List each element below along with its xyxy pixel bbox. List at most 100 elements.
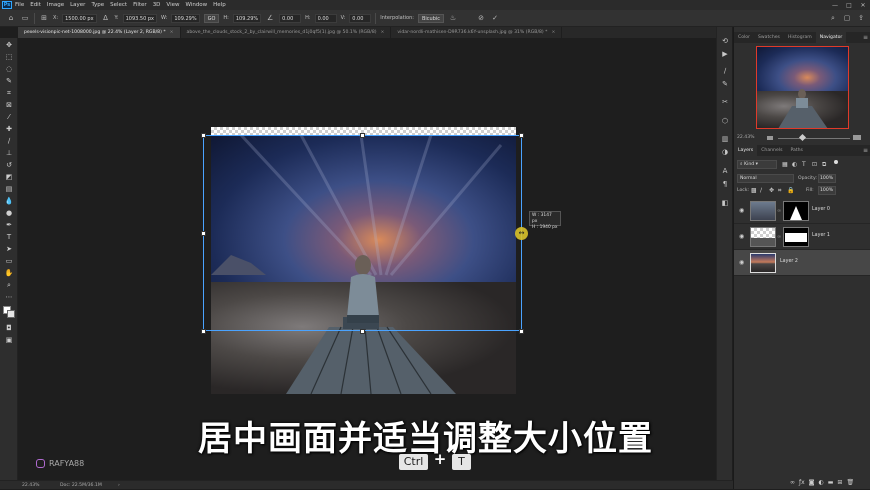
tab-swatches[interactable]: Swatches xyxy=(754,32,784,43)
gradient-tool-icon[interactable]: ▤ xyxy=(4,185,14,194)
navigator-view-box[interactable] xyxy=(756,46,849,129)
lock-position-icon[interactable]: ✥ xyxy=(769,187,774,194)
menu-file[interactable]: File xyxy=(15,2,24,8)
more-tools-icon[interactable]: ⋯ xyxy=(4,293,14,302)
stamp-tool-icon[interactable]: ⊥ xyxy=(4,149,14,158)
home-icon[interactable]: ⌂ xyxy=(6,13,16,23)
interpolation-select[interactable]: Bicubic xyxy=(417,13,445,23)
history-panel-icon[interactable]: ⟲ xyxy=(720,37,730,46)
filter-smart-icon[interactable]: ⧉ xyxy=(822,161,826,169)
chain-link-icon[interactable]: ∞ xyxy=(777,234,781,240)
visibility-eye-icon[interactable]: ◉ xyxy=(739,259,746,266)
y-field[interactable]: 1093.50 px xyxy=(122,13,158,23)
vskew-field[interactable]: 0.00 xyxy=(349,13,372,23)
panel-menu-icon[interactable]: ≡ xyxy=(863,32,870,43)
transform-handle-bottom[interactable] xyxy=(360,329,365,334)
x-field[interactable]: 1500.00 px xyxy=(62,13,97,23)
height-field[interactable]: 109.29% xyxy=(232,13,262,23)
layer-comps-icon[interactable]: ◧ xyxy=(720,199,730,208)
link-icon[interactable]: ∞ xyxy=(790,479,795,488)
tab-document-3[interactable]: vidar-nordli-mathisen-D9R736.k6Y-unsplas… xyxy=(391,27,563,38)
lasso-tool-icon[interactable]: ◌ xyxy=(4,65,14,74)
warp-icon[interactable]: ♨ xyxy=(448,13,458,23)
brushes-panel-icon[interactable]: ✎ xyxy=(720,80,730,89)
3d-panel-icon[interactable]: ⬡ xyxy=(720,117,730,126)
filter-shape-icon[interactable]: ⊡ xyxy=(812,161,817,168)
quick-select-tool-icon[interactable]: ✎ xyxy=(4,77,14,86)
navigator-zoom-slider[interactable] xyxy=(778,138,850,139)
menu-type[interactable]: Type xyxy=(91,2,104,8)
mask-icon[interactable]: ◙ xyxy=(809,479,815,488)
tab-navigator[interactable]: Navigator xyxy=(815,32,847,43)
filter-toggle-icon[interactable] xyxy=(834,160,838,164)
layer-name[interactable]: Layer 1 xyxy=(812,233,830,238)
blend-mode-select[interactable]: Normal xyxy=(737,174,794,183)
lock-artboard-icon[interactable]: ⌗ xyxy=(778,187,781,195)
link-button[interactable]: GO xyxy=(203,13,220,23)
zoom-slider-thumb[interactable] xyxy=(798,133,807,142)
layer-row[interactable]: ◉ ∞ Layer 0 xyxy=(734,198,870,224)
layer-row-selected[interactable]: ◉ Layer 2 xyxy=(734,250,870,276)
frame-tool-icon[interactable]: ⊠ xyxy=(4,101,14,110)
menu-view[interactable]: View xyxy=(166,2,179,8)
close-button[interactable]: ✕ xyxy=(856,2,870,9)
lock-all-icon[interactable]: 🔒 xyxy=(787,187,794,194)
menu-help[interactable]: Help xyxy=(213,2,226,8)
tab-histogram[interactable]: Histogram xyxy=(784,32,816,43)
menu-select[interactable]: Select xyxy=(110,2,127,8)
healing-tool-icon[interactable]: ✚ xyxy=(4,125,14,134)
shape-tool-icon[interactable]: ▭ xyxy=(4,257,14,266)
trash-icon[interactable]: 🗑 xyxy=(846,479,854,488)
menu-layer[interactable]: Layer xyxy=(70,2,85,8)
hskew-field[interactable]: 0.00 xyxy=(314,13,337,23)
reference-point-icon[interactable]: ⊞ xyxy=(39,13,49,23)
dodge-tool-icon[interactable]: ● xyxy=(4,209,14,218)
tool-preset-icon[interactable]: ▭ xyxy=(20,13,30,23)
tab-channels[interactable]: Channels xyxy=(757,145,786,156)
close-tab-icon[interactable]: × xyxy=(381,30,385,35)
navigator-zoom-value[interactable]: 22.43% xyxy=(737,135,755,140)
menu-3d[interactable]: 3D xyxy=(153,2,161,8)
paragraph-panel-icon[interactable]: ¶ xyxy=(720,180,730,189)
blur-tool-icon[interactable]: 💧 xyxy=(4,197,14,206)
transform-handle-bottom-right[interactable] xyxy=(519,329,524,334)
brush-tool-icon[interactable]: ∕ xyxy=(4,137,14,146)
layer-mask-thumbnail[interactable] xyxy=(783,227,809,247)
eraser-tool-icon[interactable]: ◩ xyxy=(4,173,14,182)
tab-document-1[interactable]: pexels-visionpic-net-1008000.jpg @ 22.4%… xyxy=(18,27,181,38)
marquee-tool-icon[interactable]: ⬚ xyxy=(4,53,14,62)
canvas-area[interactable]: ↔ W : 3147 px H : 1940 px 居中画面并适当调整大小位置 … xyxy=(18,38,732,480)
maximize-button[interactable]: □ xyxy=(842,2,856,9)
new-layer-icon[interactable]: ⊞ xyxy=(837,479,842,488)
zoom-tool-icon[interactable]: ⌕ xyxy=(4,281,14,290)
close-tab-icon[interactable]: × xyxy=(170,30,174,35)
minimize-button[interactable]: — xyxy=(828,2,842,9)
angle-field[interactable]: 0.00 xyxy=(279,13,302,23)
tab-color[interactable]: Color xyxy=(734,32,754,43)
filter-type-icon[interactable]: T xyxy=(802,161,806,168)
lock-transparent-icon[interactable]: ▩ xyxy=(751,187,757,194)
workspace-icon[interactable]: ▢ xyxy=(842,13,852,23)
search-icon[interactable]: ⌕ xyxy=(828,13,838,23)
tool-presets-icon[interactable]: ✂ xyxy=(720,98,730,107)
crop-tool-icon[interactable]: ⌗ xyxy=(4,89,14,98)
libraries-icon[interactable]: ▥ xyxy=(720,135,730,144)
transform-handle-top-left[interactable] xyxy=(201,133,206,138)
adjustment-icon[interactable]: ◐ xyxy=(819,479,824,488)
filter-adjustment-icon[interactable]: ◐ xyxy=(792,161,797,168)
pen-tool-icon[interactable]: ✒ xyxy=(4,221,14,230)
navigator-preview[interactable] xyxy=(756,46,849,129)
path-select-tool-icon[interactable]: ➤ xyxy=(4,245,14,254)
transform-handle-left[interactable] xyxy=(201,231,206,236)
opacity-field[interactable]: 100% xyxy=(818,174,836,183)
actions-panel-icon[interactable]: ▶ xyxy=(720,50,730,59)
width-field[interactable]: 109.29% xyxy=(171,13,200,23)
share-icon[interactable]: ⇪ xyxy=(856,13,866,23)
zoom-in-icon[interactable] xyxy=(853,135,861,140)
menu-image[interactable]: Image xyxy=(47,2,64,8)
menu-window[interactable]: Window xyxy=(185,2,207,8)
fx-icon[interactable]: ƒx xyxy=(799,479,805,488)
layer-name[interactable]: Layer 0 xyxy=(812,207,830,212)
visibility-eye-icon[interactable]: ◉ xyxy=(739,233,746,240)
transform-handle-top-right[interactable] xyxy=(519,133,524,138)
